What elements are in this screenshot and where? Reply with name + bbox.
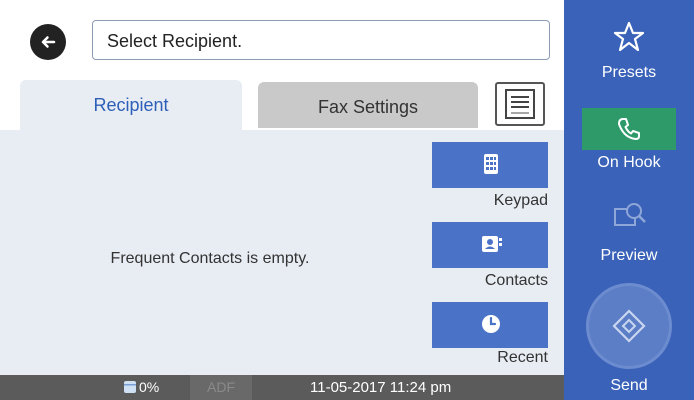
arrow-left-icon <box>41 36 56 48</box>
status-bar: 0% ADF 11-05-2017 11:24 pm <box>0 375 564 400</box>
preview-label: Preview <box>600 247 658 264</box>
adf-indicator: ADF <box>190 375 252 400</box>
on-hook-label: On Hook <box>597 154 661 171</box>
recent-label: Recent <box>432 349 548 367</box>
phone-icon <box>618 118 640 140</box>
preview-icon <box>614 203 646 226</box>
tab-recipient[interactable]: Recipient <box>20 80 242 130</box>
recipient-input-value: Select Recipient. <box>107 31 243 51</box>
contacts-label: Contacts <box>432 272 548 290</box>
contacts-button[interactable] <box>432 222 548 268</box>
keypad-label-text: Keypad <box>493 192 548 209</box>
send-button[interactable] <box>586 283 672 369</box>
main-panel: Select Recipient. Recipient Fax Settings <box>0 0 564 400</box>
adf-label: ADF <box>207 379 235 395</box>
top-bar: Select Recipient. <box>0 0 564 76</box>
tab-recipient-label: Recipient <box>93 95 169 115</box>
recent-button[interactable] <box>432 302 548 348</box>
keypad-label: Keypad <box>432 192 548 210</box>
tab-bar: Recipient Fax Settings <box>0 76 564 130</box>
ink-level: 0% <box>139 379 160 395</box>
recipient-input[interactable]: Select Recipient. <box>92 20 550 60</box>
recent-label-text: Recent <box>497 349 548 366</box>
fax-screen: Select Recipient. Recipient Fax Settings <box>0 0 694 400</box>
contacts-icon <box>482 236 502 252</box>
diamond-start-icon <box>612 309 646 343</box>
send-label: Send <box>610 377 648 394</box>
menu-list-icon <box>505 89 535 119</box>
empty-contacts-message: Frequent Contacts is empty. <box>110 250 310 267</box>
on-hook-button[interactable] <box>582 108 676 150</box>
menu-button[interactable] <box>495 82 545 126</box>
presets-button[interactable]: Presets <box>564 0 694 90</box>
tab-fax-settings[interactable]: Fax Settings <box>258 82 478 128</box>
presets-label: Presets <box>601 64 657 81</box>
preview-button[interactable]: Preview <box>564 195 694 275</box>
ink-icon <box>124 381 136 393</box>
star-icon <box>613 21 645 52</box>
datetime: 11-05-2017 11:24 pm <box>310 379 452 396</box>
clock-icon <box>482 315 500 333</box>
tab-fax-settings-label: Fax Settings <box>317 97 419 117</box>
keypad-icon <box>484 154 498 174</box>
right-sidebar: Presets On Hook Preview Send <box>564 0 694 400</box>
back-button[interactable] <box>30 24 66 60</box>
keypad-button[interactable] <box>432 142 548 188</box>
contacts-label-text: Contacts <box>484 272 548 289</box>
